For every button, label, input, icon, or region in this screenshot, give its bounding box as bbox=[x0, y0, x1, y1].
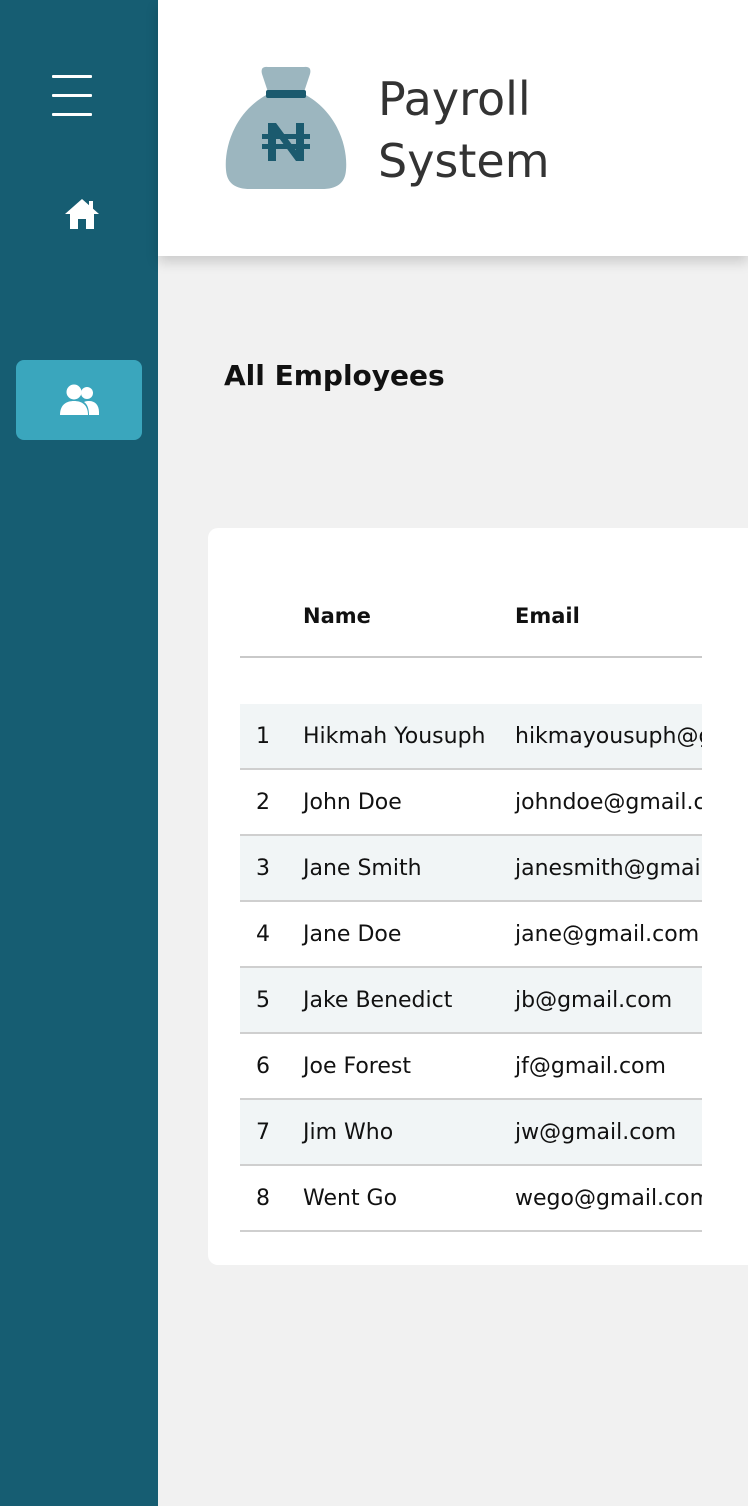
column-header-name: Name bbox=[303, 576, 515, 658]
table-row[interactable]: 6 Joe Forest jf@gmail.com bbox=[240, 1033, 702, 1100]
table-row[interactable]: 8 Went Go wego@gmail.com bbox=[240, 1165, 702, 1232]
employee-email: hikmayousuph@gmail.com bbox=[515, 704, 702, 770]
employees-table-card: Name Email 1 Hikmah Yousuph hikmayousuph… bbox=[208, 528, 748, 1265]
row-number: 4 bbox=[240, 901, 303, 968]
employee-name: Hikmah Yousuph bbox=[303, 704, 515, 770]
table-row[interactable]: 1 Hikmah Yousuph hikmayousuph@gmail.com bbox=[240, 704, 702, 770]
employee-name: Jim Who bbox=[303, 1099, 515, 1166]
column-header-number bbox=[240, 576, 303, 658]
employee-name: Jane Doe bbox=[303, 901, 515, 968]
row-number: 1 bbox=[240, 704, 303, 770]
employee-email: janesmith@gmail.com bbox=[515, 835, 702, 902]
employee-name: Jake Benedict bbox=[303, 967, 515, 1034]
table-scroll-container[interactable]: Name Email 1 Hikmah Yousuph hikmayousuph… bbox=[240, 528, 702, 1265]
sidebar-item-employees[interactable] bbox=[16, 360, 142, 440]
sidebar-item-home[interactable] bbox=[58, 192, 106, 236]
money-bag-naira-icon bbox=[225, 66, 347, 189]
hamburger-menu-icon[interactable] bbox=[48, 72, 96, 120]
home-icon bbox=[65, 199, 99, 229]
table-spacer-row bbox=[240, 657, 702, 704]
row-number: 3 bbox=[240, 835, 303, 902]
sidebar bbox=[0, 0, 158, 1506]
table-header-row: Name Email bbox=[240, 576, 702, 658]
row-number: 8 bbox=[240, 1165, 303, 1232]
employee-name: Jane Smith bbox=[303, 835, 515, 902]
users-icon bbox=[60, 384, 99, 415]
employee-name: Went Go bbox=[303, 1165, 515, 1232]
column-header-email: Email bbox=[515, 576, 702, 658]
employee-email: jf@gmail.com bbox=[515, 1033, 702, 1100]
row-number: 5 bbox=[240, 967, 303, 1034]
app-title-line-2: System bbox=[378, 134, 550, 188]
table-row[interactable]: 3 Jane Smith janesmith@gmail.com bbox=[240, 835, 702, 902]
table-row[interactable]: 2 John Doe johndoe@gmail.com bbox=[240, 769, 702, 836]
employee-name: Joe Forest bbox=[303, 1033, 515, 1100]
table-row[interactable]: 4 Jane Doe jane@gmail.com bbox=[240, 901, 702, 968]
employee-email: jb@gmail.com bbox=[515, 967, 702, 1034]
table-row[interactable]: 5 Jake Benedict jb@gmail.com bbox=[240, 967, 702, 1034]
table-row[interactable]: 7 Jim Who jw@gmail.com bbox=[240, 1099, 702, 1166]
row-number: 2 bbox=[240, 769, 303, 836]
app-title-line-1: Payroll bbox=[378, 72, 531, 126]
employees-table: Name Email 1 Hikmah Yousuph hikmayousuph… bbox=[240, 576, 702, 1232]
employee-email: jane@gmail.com bbox=[515, 901, 702, 968]
employee-name: John Doe bbox=[303, 769, 515, 836]
row-number: 6 bbox=[240, 1033, 303, 1100]
employee-email: wego@gmail.com bbox=[515, 1165, 702, 1232]
employee-email: johndoe@gmail.com bbox=[515, 769, 702, 836]
employee-email: jw@gmail.com bbox=[515, 1099, 702, 1166]
row-number: 7 bbox=[240, 1099, 303, 1166]
app-title: Payroll System bbox=[378, 68, 718, 192]
app-header: Payroll System bbox=[158, 0, 748, 256]
page-title: All Employees bbox=[224, 359, 445, 392]
